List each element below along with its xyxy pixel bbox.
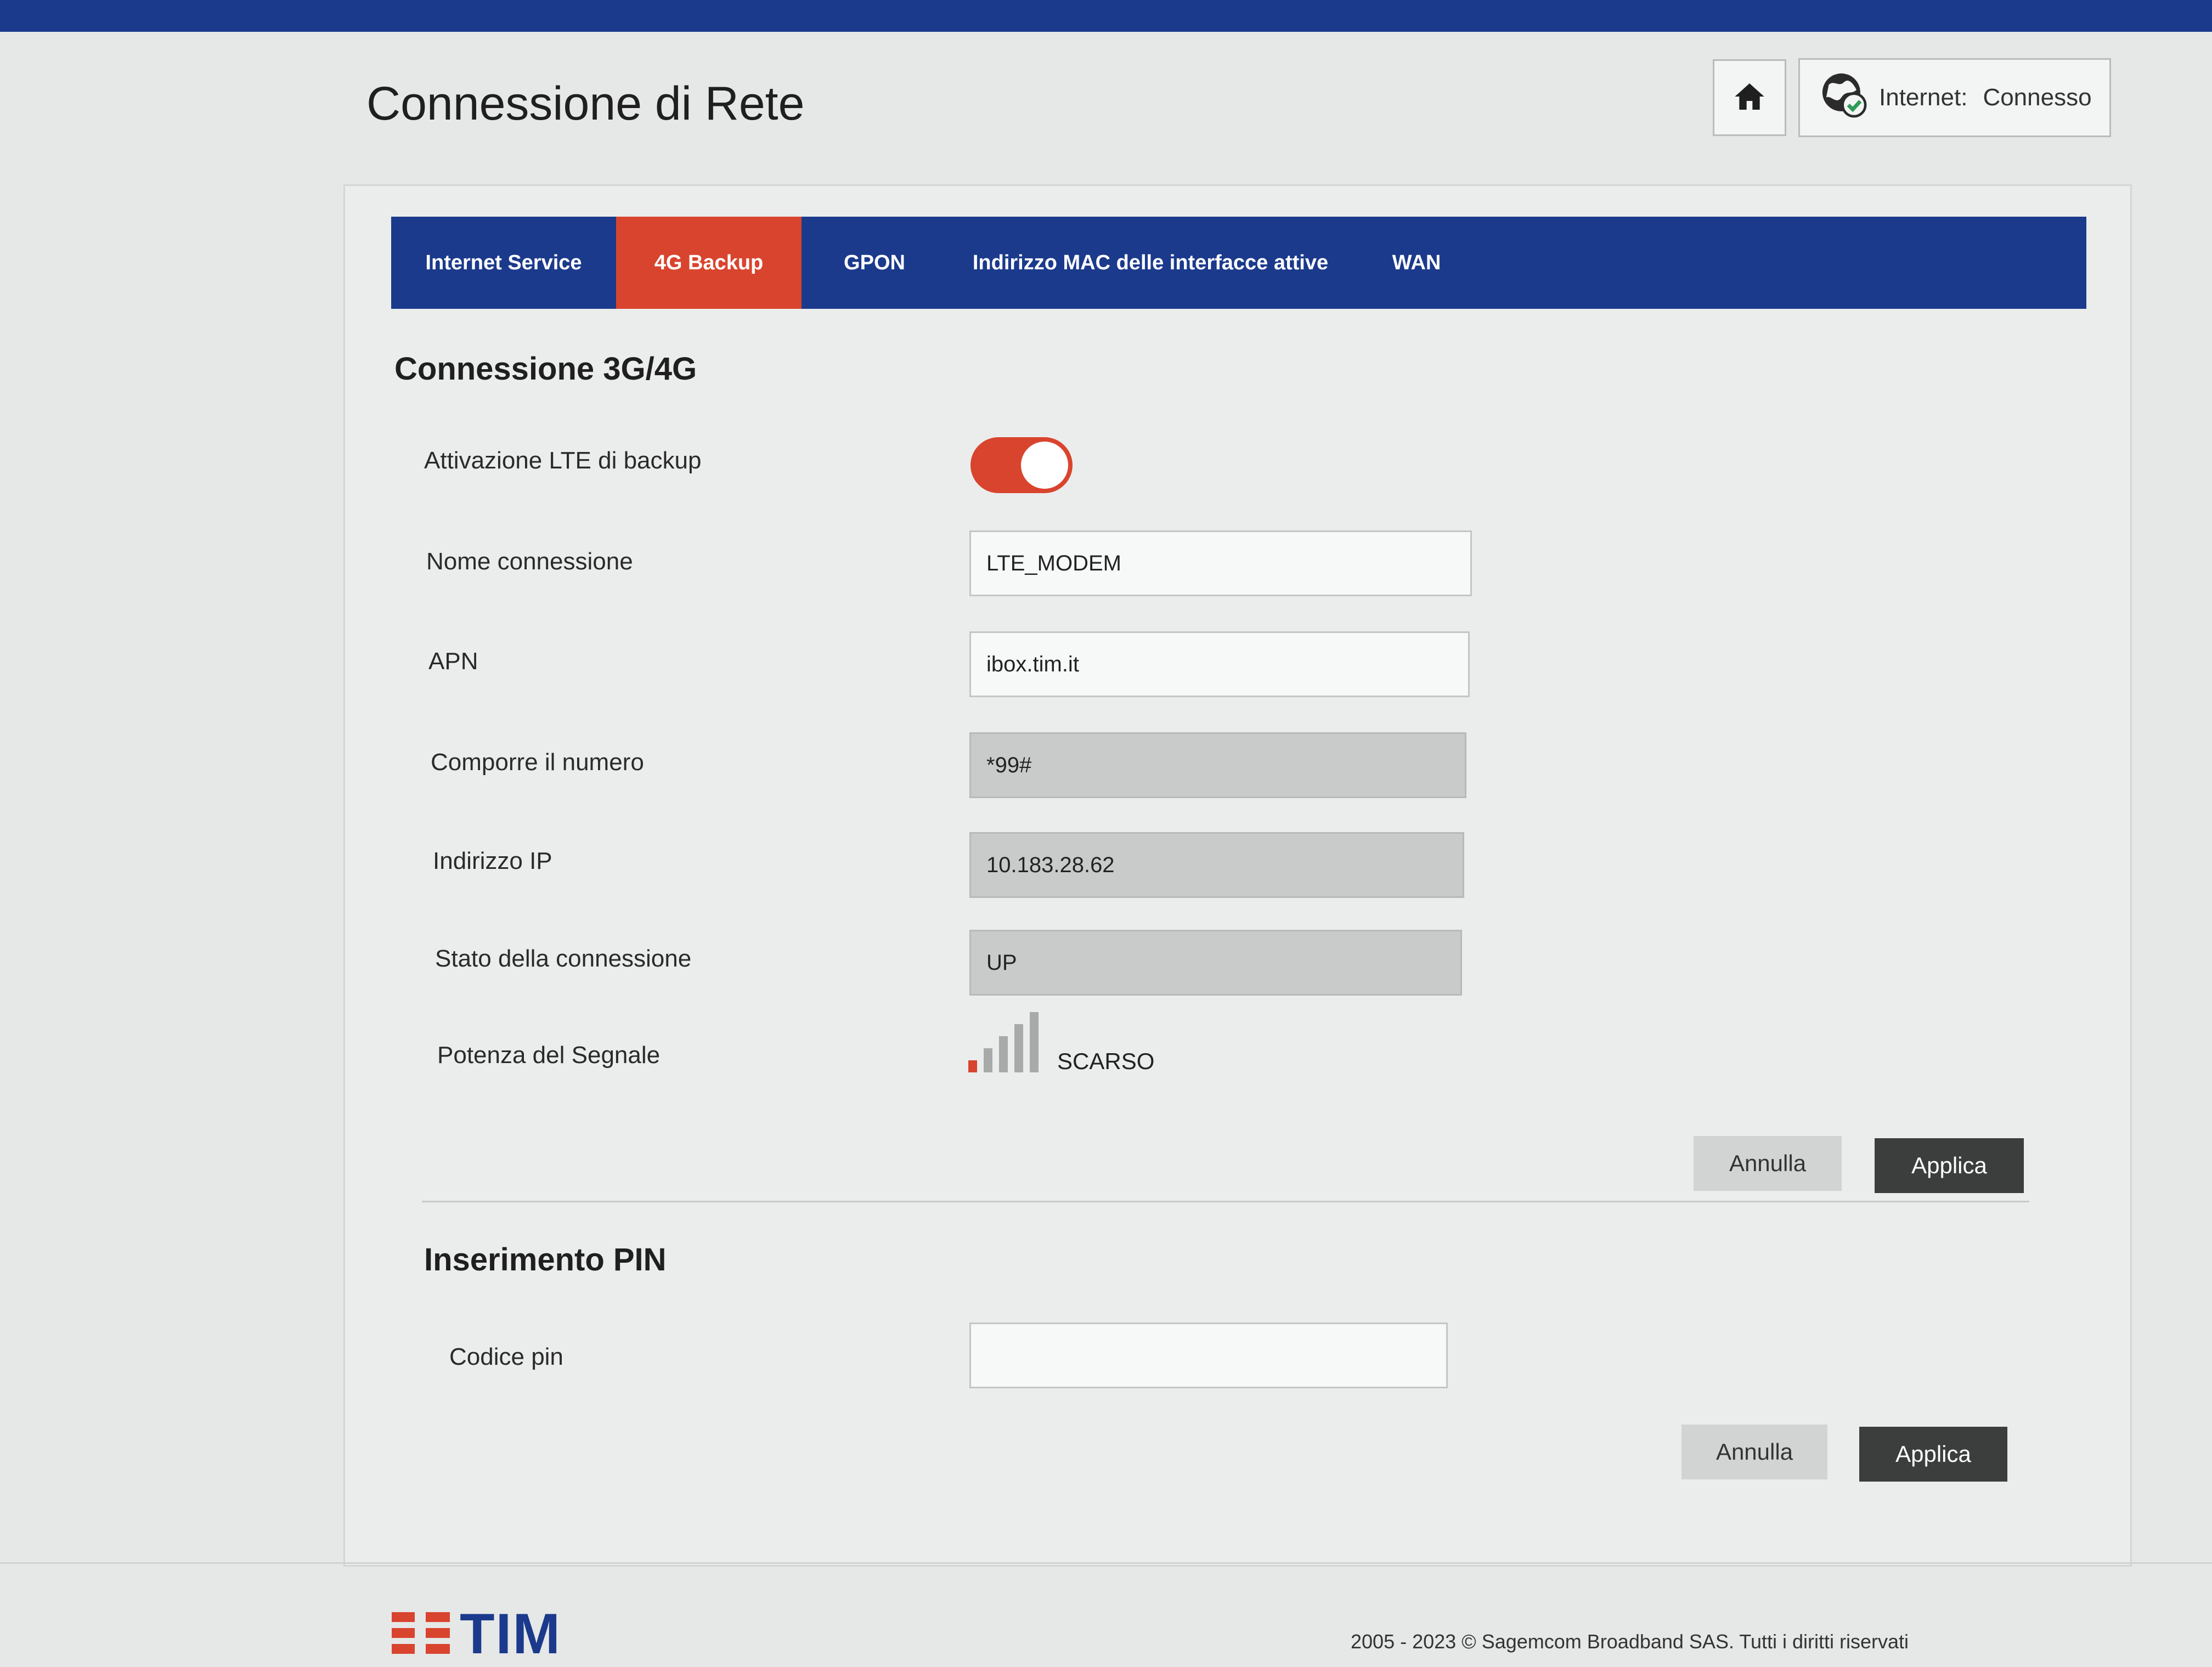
copyright-text: 2005 - 2023 © Sagemcom Broadband SAS. Tu… [1351,1630,1909,1653]
signal-strength-label: Potenza del Segnale [437,1042,661,1069]
footer-divider [0,1562,2212,1564]
tab-wan[interactable]: WAN [1353,217,1480,309]
tab-mac-addresses[interactable]: Indirizzo MAC delle interfacce attive [947,217,1353,309]
section-divider [422,1201,2029,1202]
home-button[interactable] [1713,59,1786,136]
signal-bar-3 [999,1036,1008,1072]
tim-logo-icon [392,1611,450,1658]
internet-status-value: Connesso [1983,84,2092,111]
section-title-connection: Connessione 3G/4G [394,351,697,387]
globe-check-icon [1819,70,1869,126]
apn-label: APN [428,648,478,675]
apn-input[interactable] [969,631,1470,697]
toggle-knob [1021,442,1068,489]
section-title-pin: Inserimento PIN [424,1242,667,1278]
tim-logo-text: TIM [460,1602,562,1666]
tab-internet-service[interactable]: Internet Service [391,217,616,309]
signal-strength-text: SCARSO [1057,1048,1155,1074]
lte-backup-toggle[interactable] [970,437,1073,493]
page-title: Connessione di Rete [366,77,805,130]
pin-cancel-button[interactable]: Annulla [1681,1425,1827,1479]
tab-gpon[interactable]: GPON [802,217,947,309]
tab-bar: Internet Service 4G Backup GPON Indirizz… [391,217,2086,309]
pin-code-label: Codice pin [449,1343,563,1370]
connection-apply-button[interactable]: Applica [1875,1138,2024,1193]
internet-status: Internet: Connesso [1798,58,2111,137]
top-bar [0,0,2212,32]
ip-address-label: Indirizzo IP [433,847,552,874]
connection-status-label: Stato della connessione [435,945,692,972]
connection-name-label: Nome connessione [426,548,633,575]
signal-bar-2 [984,1048,992,1072]
signal-bar-1 [968,1060,977,1072]
ip-address-input [969,832,1464,898]
dial-number-input [969,732,1466,798]
settings-panel: Internet Service 4G Backup GPON Indirizz… [343,184,2132,1567]
home-icon [1732,79,1767,117]
internet-status-label: Internet: [1879,84,1968,111]
tim-logo: TIM [392,1602,561,1667]
signal-bar-4 [1014,1024,1023,1072]
connection-cancel-button[interactable]: Annulla [1694,1136,1842,1191]
lte-backup-label: Attivazione LTE di backup [424,447,702,474]
connection-name-input[interactable] [969,530,1472,596]
pin-code-input[interactable] [969,1323,1448,1388]
dial-number-label: Comporre il numero [431,749,644,776]
signal-bar-5 [1030,1012,1039,1072]
signal-bars-icon [968,1012,1045,1072]
tab-4g-backup[interactable]: 4G Backup [616,217,802,309]
connection-status-input [969,930,1462,996]
pin-apply-button[interactable]: Applica [1859,1427,2007,1482]
